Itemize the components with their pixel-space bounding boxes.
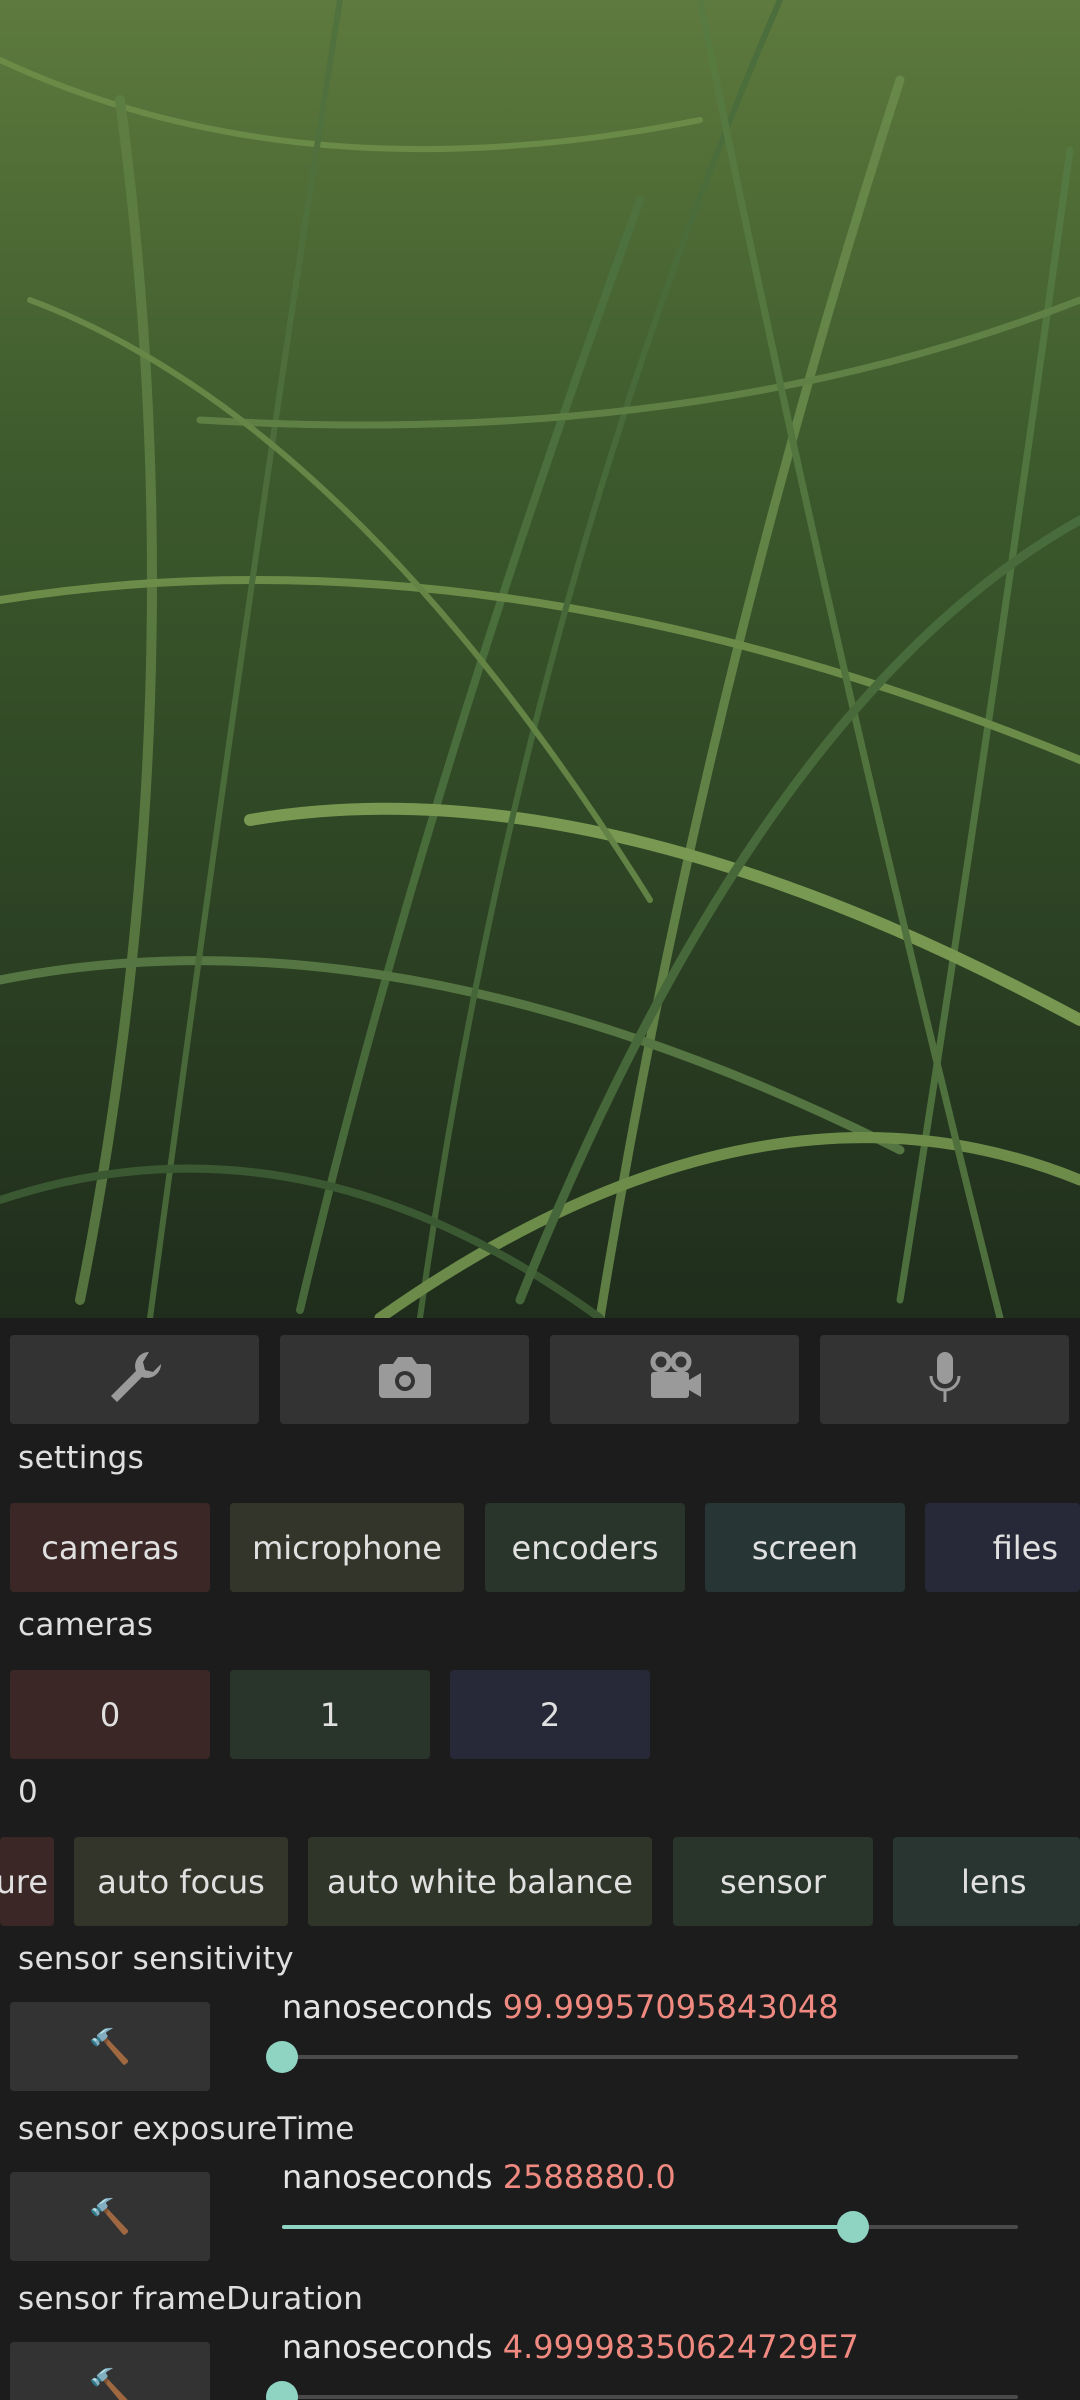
tab-sensor[interactable]: sensor [673, 1837, 873, 1926]
tab-microphone[interactable]: microphone [230, 1503, 464, 1592]
tab-lens[interactable]: lens [893, 1837, 1080, 1926]
cameras-section-label: cameras [18, 1607, 154, 1643]
tab-encoders[interactable]: encoders [485, 1503, 685, 1592]
grass-preview-image [0, 0, 1080, 1318]
camera-item-1[interactable]: 1 [230, 1670, 430, 1759]
photo-mode-button[interactable] [280, 1335, 529, 1424]
sensor-sensitivity-readout: nanoseconds 99.99957095843048 [282, 1988, 839, 2026]
sensor-exposure-time-readout: nanoseconds 2588880.0 [282, 2158, 676, 2196]
sensor-frame-duration-label: sensor frameDuration [18, 2281, 364, 2317]
microphone-icon [913, 1346, 977, 1414]
settings-section-label: settings [18, 1440, 145, 1476]
value-label: 99.99957095843048 [502, 1988, 839, 2026]
unit-label: nanoseconds [282, 1988, 493, 2026]
video-camera-icon [643, 1346, 707, 1414]
sensor-frame-duration-readout: nanoseconds 4.99998350624729E7 [282, 2328, 859, 2366]
sensor-frame-duration-slider[interactable] [266, 2381, 1018, 2400]
hammer-icon: 🔨 [88, 2196, 132, 2237]
sensor-sensitivity-slider[interactable] [266, 2041, 1018, 2073]
tab-cameras[interactable]: cameras [10, 1503, 210, 1592]
tab-screen[interactable]: screen [705, 1503, 905, 1592]
camera-item-0[interactable]: 0 [10, 1670, 210, 1759]
video-mode-button[interactable] [550, 1335, 799, 1424]
hammer-icon: 🔨 [88, 2026, 132, 2067]
settings-mode-button[interactable] [10, 1335, 259, 1424]
hammer-icon: 🔨 [88, 2366, 132, 2400]
sensor-exposure-time-tool-button[interactable]: 🔨 [10, 2172, 210, 2261]
tab-files[interactable]: files [925, 1503, 1080, 1592]
slider-thumb[interactable] [266, 2041, 298, 2073]
audio-mode-button[interactable] [820, 1335, 1069, 1424]
control-panel: settings cameras microphone encoders scr… [0, 1318, 1080, 2400]
wrench-icon [103, 1346, 167, 1414]
slider-thumb[interactable] [266, 2381, 298, 2400]
sensor-frame-duration-tool-button[interactable]: 🔨 [10, 2342, 210, 2400]
camera-preview[interactable] [0, 0, 1080, 1318]
tab-auto-focus[interactable]: auto focus [74, 1837, 288, 1926]
camera-icon [373, 1346, 437, 1414]
unit-label: nanoseconds [282, 2328, 493, 2366]
camera-item-2[interactable]: 2 [450, 1670, 650, 1759]
sensor-exposure-time-slider[interactable] [282, 2211, 1018, 2243]
value-label: 4.99998350624729E7 [502, 2328, 859, 2366]
slider-thumb[interactable] [837, 2211, 870, 2243]
camera-0-section-label: 0 [18, 1774, 39, 1810]
sensor-exposure-time-label: sensor exposureTime [18, 2111, 355, 2147]
sensor-sensitivity-tool-button[interactable]: 🔨 [10, 2002, 210, 2091]
sensor-sensitivity-label: sensor sensitivity [18, 1941, 294, 1977]
unit-label: nanoseconds [282, 2158, 493, 2196]
value-label: 2588880.0 [502, 2158, 676, 2196]
slider-fill [282, 2225, 854, 2229]
tab-auto-white-balance[interactable]: auto white balance [308, 1837, 652, 1926]
tab-auto-exposure[interactable]: ure [0, 1837, 54, 1926]
